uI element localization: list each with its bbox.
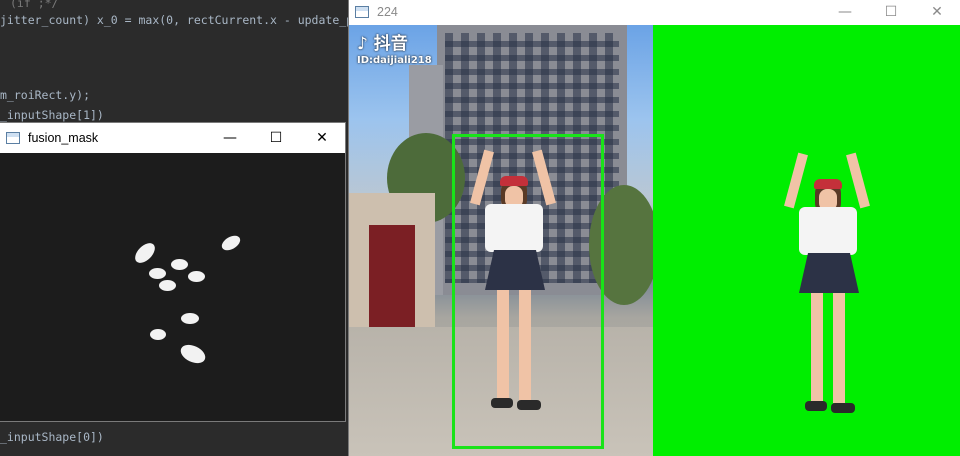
close-button[interactable]: ✕	[914, 0, 960, 24]
mask-blob	[171, 259, 188, 270]
window-app-icon	[355, 6, 369, 18]
mask-blob	[159, 280, 176, 291]
douyin-id: ID:daijiali218	[357, 55, 432, 66]
video-frame: ♪ 抖音 ID:daijiali218	[349, 25, 960, 456]
door	[369, 225, 415, 329]
title-bar[interactable]: fusion_mask — ☐ ✕	[0, 123, 345, 153]
fusion-mask-window: fusion_mask — ☐ ✕	[0, 123, 345, 421]
mask-blob	[150, 329, 166, 340]
code-line: (if ;*/	[10, 0, 59, 10]
mask-blob	[149, 268, 166, 279]
window-title: 224	[377, 5, 398, 19]
mask-image	[0, 153, 345, 421]
leg	[811, 293, 823, 403]
window-app-icon	[6, 132, 20, 144]
mask-blob	[219, 232, 243, 254]
shoe	[831, 403, 855, 413]
title-bar[interactable]: 224 — ☐ ✕	[349, 0, 960, 24]
mask-blob	[131, 239, 159, 267]
code-line: _inputShape[0])	[0, 430, 104, 444]
code-line: _inputShape[1])	[0, 108, 104, 122]
douyin-logo: ♪ 抖音	[357, 34, 408, 54]
original-video-panel: ♪ 抖音 ID:daijiali218	[349, 25, 653, 456]
minimize-button[interactable]: —	[822, 0, 868, 24]
green-screen-panel	[653, 25, 960, 456]
hat	[814, 179, 842, 189]
minimize-button[interactable]: —	[207, 123, 253, 153]
maximize-button[interactable]: ☐	[253, 123, 299, 153]
skirt	[799, 253, 859, 293]
mask-blob	[188, 271, 205, 282]
window-title: fusion_mask	[28, 131, 99, 145]
leg	[833, 293, 845, 403]
arm	[784, 152, 808, 209]
close-button[interactable]: ✕	[299, 123, 345, 153]
douyin-watermark: ♪ 抖音 ID:daijiali218	[357, 29, 432, 66]
maximize-button[interactable]: ☐	[868, 0, 914, 24]
shoe	[805, 401, 827, 411]
t-shirt	[799, 207, 857, 255]
mask-blob	[181, 313, 199, 324]
dancer-figure	[781, 152, 871, 433]
mask-blob	[177, 341, 209, 367]
code-line: jitter_count) x_0 = max(0, rectCurrent.x…	[0, 13, 402, 27]
video-window: 224 — ☐ ✕ ♪ 抖音 ID:daijiali218	[349, 0, 960, 456]
arm	[846, 152, 870, 209]
code-line: m_roiRect.y);	[0, 88, 91, 102]
detection-box	[452, 134, 604, 449]
